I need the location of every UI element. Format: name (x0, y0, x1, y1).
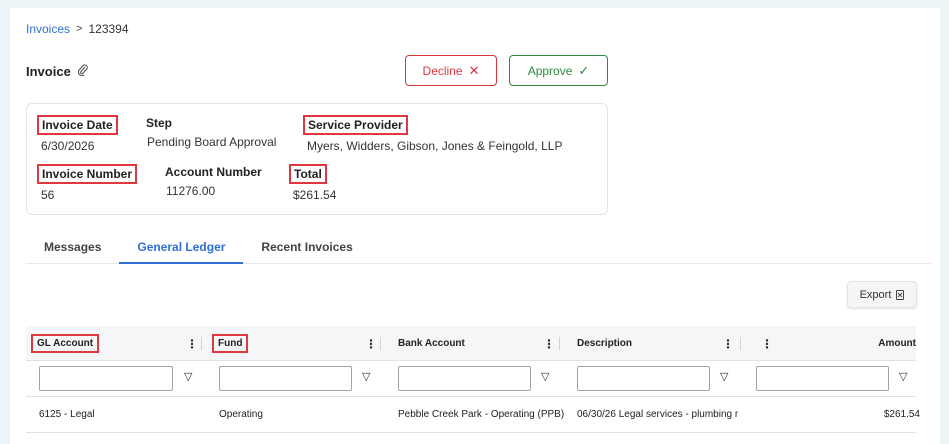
filter-icon[interactable]: ▽ (720, 370, 728, 383)
cell-description: 06/30/26 Legal services - plumbing r (577, 409, 739, 420)
column-header-gl-account-label: GL Account (31, 334, 100, 353)
amount-filter-input[interactable] (756, 366, 889, 391)
invoice-number-field: Invoice Number 56 (37, 164, 138, 202)
invoice-date-field: Invoice Date 6/30/2026 (37, 115, 118, 153)
export-button[interactable]: Export (847, 281, 917, 308)
bank-account-filter-input[interactable] (398, 366, 531, 391)
step-value: Pending Board Approval (147, 135, 277, 149)
grid-filter-row: ▽ ▽ ▽ ▽ ▽ (26, 361, 916, 397)
invoice-date-value: 6/30/2026 (41, 139, 95, 153)
total-value: $261.54 (293, 188, 337, 202)
tab-recent-invoices[interactable]: Recent Invoices (243, 233, 370, 264)
description-filter-input[interactable] (577, 366, 710, 391)
export-button-label: Export (859, 288, 892, 301)
close-icon: ✕ (468, 62, 480, 78)
column-menu-icon[interactable]: ⋮ (722, 337, 734, 351)
invoice-date-label: Invoice Date (37, 115, 118, 135)
gl-account-filter-input[interactable] (39, 366, 173, 391)
step-label: Step (146, 116, 173, 130)
column-menu-icon[interactable]: ⋮ (186, 337, 198, 351)
page: Invoices > 123394 Invoice Decline ✕ Appr… (10, 8, 940, 444)
approve-button[interactable]: Approve ✓ (509, 55, 608, 86)
decline-button-label: Decline (422, 63, 463, 78)
total-field: Total $261.54 (289, 164, 336, 202)
column-divider[interactable] (559, 337, 560, 350)
breadcrumb: Invoices > 123394 (26, 22, 129, 36)
decline-button[interactable]: Decline ✕ (405, 55, 497, 86)
service-provider-label: Service Provider (303, 115, 408, 135)
tab-general-ledger[interactable]: General Ledger (119, 233, 244, 264)
column-menu-icon[interactable]: ⋮ (543, 337, 555, 351)
filter-icon[interactable]: ▽ (899, 370, 907, 383)
column-menu-icon[interactable]: ⋮ (365, 337, 377, 351)
column-menu-icon[interactable]: ⋮ (761, 337, 773, 351)
column-header-description-label: Description (577, 338, 633, 349)
cell-bank-account: Pebble Creek Park - Operating (PPB) (398, 409, 565, 420)
paperclip-icon[interactable] (77, 63, 88, 79)
column-header-bank-account-label: Bank Account (398, 338, 465, 349)
fund-filter-input[interactable] (219, 366, 352, 391)
general-ledger-grid: GL Account ⋮ Fund ⋮ Bank Account ⋮ Descr… (26, 326, 920, 433)
filter-icon[interactable]: ▽ (362, 370, 370, 383)
column-header-gl-account[interactable]: GL Account (31, 326, 100, 361)
cell-gl-account: 6125 - Legal (39, 409, 95, 420)
column-divider[interactable] (380, 337, 381, 350)
account-number-field: Account Number 11276.00 (162, 164, 265, 198)
approve-button-label: Approve (527, 63, 573, 78)
column-divider[interactable] (201, 337, 202, 350)
service-provider-field: Service Provider Myers, Widders, Gibson,… (303, 115, 562, 153)
filter-icon[interactable]: ▽ (541, 370, 549, 383)
column-header-bank-account[interactable]: Bank Account (394, 326, 469, 361)
page-title: Invoice (26, 63, 88, 79)
filter-icon[interactable]: ▽ (184, 370, 192, 383)
cell-fund: Operating (219, 409, 263, 420)
breadcrumb-invoices-link[interactable]: Invoices (26, 22, 70, 36)
service-provider-value: Myers, Widders, Gibson, Jones & Feingold… (307, 139, 563, 153)
page-title-text: Invoice (26, 63, 71, 79)
file-export-icon (896, 289, 905, 300)
breadcrumb-separator: > (76, 23, 83, 35)
column-header-fund-label: Fund (212, 334, 249, 353)
account-number-label: Account Number (165, 165, 262, 179)
step-field: Step Pending Board Approval (143, 115, 276, 149)
total-label: Total (289, 164, 327, 184)
column-divider[interactable] (740, 337, 741, 350)
breadcrumb-current: 123394 (88, 22, 129, 36)
tab-bar: Messages General Ledger Recent Invoices (26, 233, 931, 264)
column-header-amount-label: Amount (878, 338, 916, 349)
invoice-number-label: Invoice Number (37, 164, 138, 184)
column-header-fund[interactable]: Fund (212, 326, 249, 361)
column-header-description[interactable]: Description (573, 326, 636, 361)
column-header-amount[interactable]: Amount (874, 326, 920, 361)
invoice-details-card: Invoice Date 6/30/2026 Step Pending Boar… (26, 103, 608, 215)
table-row[interactable]: 6125 - Legal Operating Pebble Creek Park… (26, 397, 920, 433)
account-number-value: 11276.00 (166, 184, 216, 198)
grid-header-row: GL Account ⋮ Fund ⋮ Bank Account ⋮ Descr… (26, 326, 916, 361)
tab-messages[interactable]: Messages (26, 233, 119, 264)
check-icon: ✓ (578, 62, 590, 78)
cell-amount: $261.54 (883, 409, 920, 420)
invoice-number-value: 56 (41, 188, 55, 202)
